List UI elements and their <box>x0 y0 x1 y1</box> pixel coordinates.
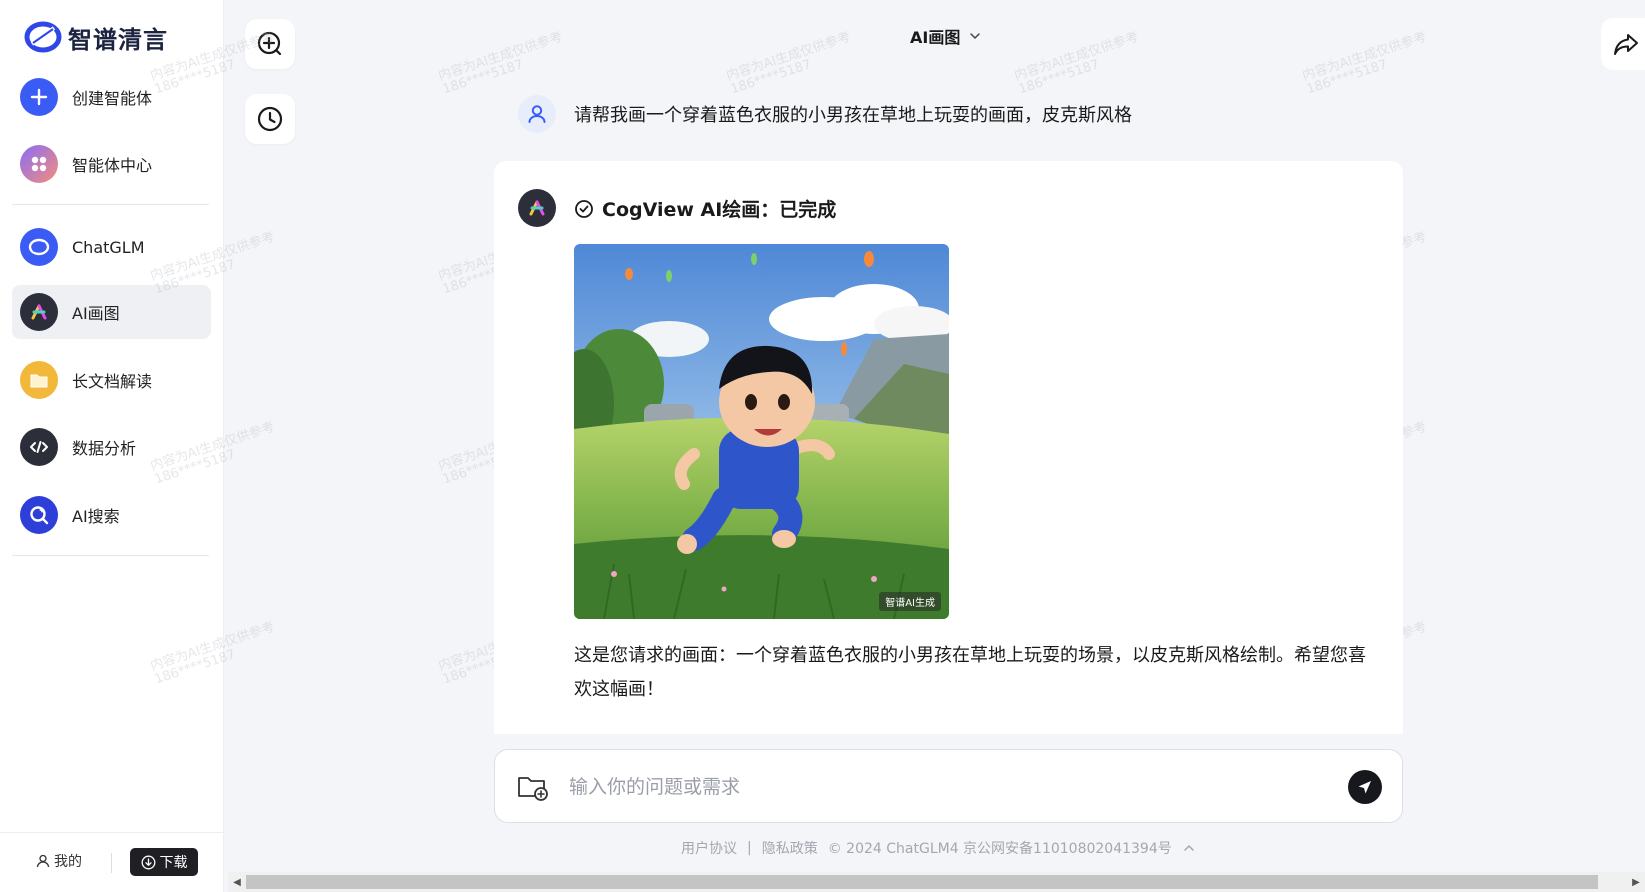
new-chat-button[interactable] <box>245 19 295 69</box>
legal-footer: 用户协议 | 隐私政策 © 2024 ChatGLM4 京公网安备1101080… <box>681 838 1196 858</box>
download-button[interactable]: 下载 <box>130 848 198 876</box>
generation-status: CogView AI绘画：已完成 <box>574 195 836 222</box>
sidebar-item-chatglm[interactable]: ChatGLM <box>12 220 211 274</box>
send-icon <box>1358 781 1371 794</box>
download-label: 下载 <box>159 855 188 871</box>
footer-separator <box>111 853 112 873</box>
model-selector-label: AI画图 <box>910 28 961 47</box>
sidebar-item-label: AI画图 <box>72 304 120 323</box>
sidebar-item-label: 创建智能体 <box>72 89 153 108</box>
user-message-text: 请帮我画一个穿着蓝色衣服的小男孩在草地上玩耍的画面，皮克斯风格 <box>574 105 1132 126</box>
assistant-message-card: CogView AI绘画：已完成 智谱AI生成 这是您请求的画面：一个穿着蓝色衣… <box>494 161 1403 734</box>
code-icon <box>20 428 58 466</box>
copyright-text: © 2024 ChatGLM4 京公网安备11010802041394号 <box>827 841 1172 857</box>
sidebar-item-label: 智能体中心 <box>72 156 153 175</box>
check-circle-icon <box>575 199 593 218</box>
sidebar-item-create-agent[interactable]: 创建智能体 <box>12 70 211 124</box>
horizontal-scrollbar[interactable]: ◀ ▶ <box>228 872 1645 892</box>
share-icon <box>1614 34 1638 55</box>
logo-icon <box>24 21 62 53</box>
sidebar-item-label: ChatGLM <box>72 237 145 257</box>
history-button[interactable] <box>245 94 295 144</box>
search-icon <box>20 496 58 534</box>
paint-icon <box>20 293 58 331</box>
chevron-up-icon[interactable] <box>1182 841 1196 855</box>
chevron-down-icon <box>970 33 981 40</box>
model-selector[interactable]: AI画图 <box>910 24 982 48</box>
sidebar-item-label: AI搜索 <box>72 507 120 526</box>
scrollbar-thumb[interactable] <box>246 875 1598 889</box>
sidebar-item-agent-center[interactable]: 智能体中心 <box>12 137 211 191</box>
send-button[interactable] <box>1348 770 1382 804</box>
plus-icon <box>20 78 58 116</box>
sidebar-item-data-analysis[interactable]: 数据分析 <box>12 420 211 474</box>
ai-generated-badge: 智谱AI生成 <box>879 592 941 611</box>
download-icon <box>141 855 155 869</box>
watermark-text: 内容为AI生成仅供参考186****5187 <box>1012 29 1141 98</box>
watermark-text: 内容为AI生成仅供参考186****5187 <box>1300 29 1429 98</box>
sidebar-item-label: 长文档解读 <box>72 372 153 391</box>
folder-icon <box>20 361 58 399</box>
user-avatar <box>518 95 556 133</box>
paint-icon <box>529 200 545 216</box>
sidebar: 智谱清言 创建智能体 智能体中心 ChatGLM AI画图 长文档解读 数据分析… <box>0 0 224 892</box>
my-account-label: 我的 <box>54 854 82 870</box>
attach-file-icon[interactable] <box>517 773 549 801</box>
sidebar-item-ai-drawing[interactable]: AI画图 <box>12 285 211 339</box>
watermark-text: 内容为AI生成仅供参考186****5187 <box>724 29 853 98</box>
bot-avatar <box>518 189 556 227</box>
terms-link[interactable]: 用户协议 <box>681 838 737 858</box>
sidebar-item-long-doc[interactable]: 长文档解读 <box>12 353 211 407</box>
user-icon <box>36 854 50 868</box>
scroll-left-icon[interactable]: ◀ <box>230 875 244 889</box>
clock-icon <box>257 106 283 132</box>
sidebar-footer: 我的 下载 <box>0 832 224 892</box>
my-account-button[interactable]: 我的 <box>36 851 82 871</box>
legal-separator: | <box>747 840 752 856</box>
new-chat-icon <box>257 31 282 56</box>
generated-image-art <box>574 244 949 619</box>
sidebar-item-ai-search[interactable]: AI搜索 <box>12 488 211 542</box>
generation-status-text: CogView AI绘画：已完成 <box>602 199 837 221</box>
chatglm-icon <box>20 228 58 266</box>
chat-input-box <box>494 749 1403 823</box>
user-avatar-icon <box>528 105 546 123</box>
brand-logo[interactable]: 智谱清言 <box>24 18 168 56</box>
watermark-text: 内容为AI生成仅供参考186****5187 <box>436 29 565 98</box>
sidebar-divider <box>12 555 209 556</box>
brand-name: 智谱清言 <box>68 25 168 54</box>
scroll-right-icon[interactable]: ▶ <box>1629 875 1643 889</box>
assistant-message-text: 这是您请求的画面：一个穿着蓝色衣服的小男孩在草地上玩耍的场景，以皮克斯风格绘制。… <box>574 645 1366 700</box>
sidebar-divider <box>12 204 209 205</box>
privacy-link[interactable]: 隐私政策 <box>762 838 818 858</box>
apps-icon <box>20 145 58 183</box>
user-message: 请帮我画一个穿着蓝色衣服的小男孩在草地上玩耍的画面，皮克斯风格 <box>518 95 1132 133</box>
generated-image[interactable]: 智谱AI生成 <box>574 244 949 619</box>
chat-input[interactable] <box>569 770 1329 804</box>
share-button[interactable] <box>1601 18 1645 70</box>
sidebar-item-label: 数据分析 <box>72 439 137 458</box>
